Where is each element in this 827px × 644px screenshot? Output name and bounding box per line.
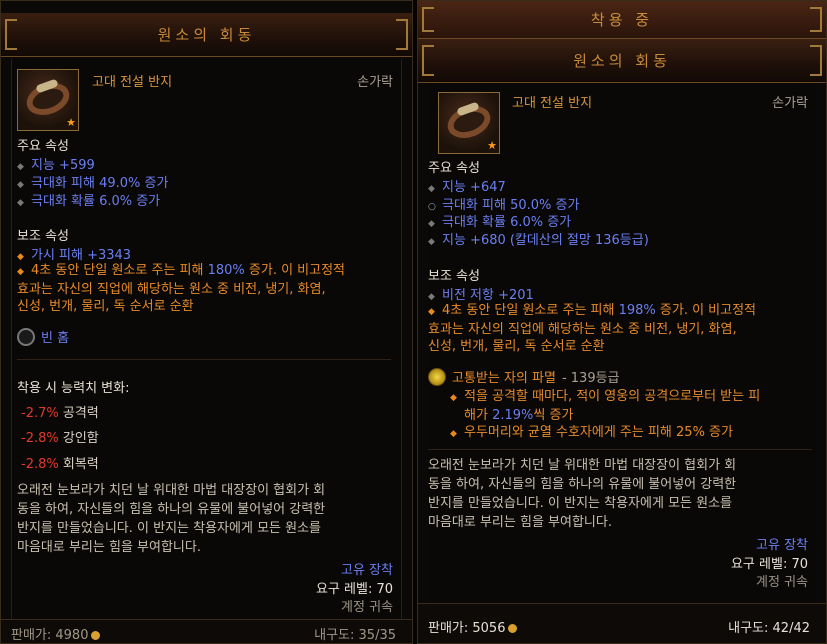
legendary-power: ◆ 4초 동안 단일 원소로 주는 피해 180% 증가. 이 비고정적 효과는 … xyxy=(17,263,346,314)
ancient-star-icon: ★ xyxy=(66,116,76,129)
required-level: 요구 레벨: 70 xyxy=(315,582,393,597)
hovered-item-tooltip: 원소의 회동 ★ 고대 전설 반지 손가락 주요 속성 ◆ 지능 +599 ◆ 극대… xyxy=(0,0,413,644)
primary-stat: ◆ 지능 +680 (칼데산의 절망 136등급) xyxy=(428,233,649,248)
gem-effect: ◆ 적을 공격할 때마다, 적이 영웅의 공격으로부터 받는 피 해가 2.19%… xyxy=(450,389,761,423)
equipped-item-tooltip: 착용 중 원소의 회동 ★ 고대 전설 반지 손가락 주요 속성 ◆ 지능 +64… xyxy=(417,0,827,644)
primary-title: 주요 속성 xyxy=(428,161,480,176)
gem-effect: ◆ 우두머리와 균열 수호자에게 주는 피해 25% 증가 xyxy=(450,425,733,440)
durability: 내구도: 42/42 xyxy=(728,621,810,636)
stat-change: -2.8% 강인함 xyxy=(21,431,99,446)
socketed-gem: 고통받는 자의 파멸 - 139등급 xyxy=(428,367,620,386)
secondary-stat: ◆ 가시 피해 +3343 xyxy=(17,248,132,263)
equipped-label: 착용 중 xyxy=(590,11,654,29)
gold-coin-icon xyxy=(91,631,101,640)
item-slot: 손가락 xyxy=(357,75,393,90)
secondary-title: 보조 속성 xyxy=(428,269,480,284)
equipped-bar: 착용 중 xyxy=(418,1,826,39)
primary-stat: ◆ 지능 +599 xyxy=(17,158,95,173)
ring-item-icon: ★ xyxy=(17,69,79,131)
rarity-label: 고유 장착 xyxy=(756,538,808,553)
primary-title: 주요 속성 xyxy=(17,139,69,154)
item-type: 고대 전설 반지 xyxy=(92,75,173,90)
gem-icon xyxy=(428,367,446,386)
primary-stat: ◆ 지능 +647 xyxy=(428,180,506,195)
item-name-bar: 원소의 회동 xyxy=(1,13,412,57)
tooltip-footer: 판매가: 4980 내구도: 35/35 xyxy=(1,619,412,643)
primary-stat: ◆ 극대화 피해 49.0% 증가 xyxy=(17,176,169,191)
item-type: 고대 전설 반지 xyxy=(512,96,593,111)
required-level: 요구 레벨: 70 xyxy=(730,557,808,572)
gold-coin-icon xyxy=(508,624,518,633)
item-name: 원소의 회동 xyxy=(157,26,256,44)
stat-change: -2.7% 공격력 xyxy=(21,406,99,421)
divider xyxy=(428,449,812,450)
sell-price: 판매가: 5056 xyxy=(428,617,518,636)
divider xyxy=(17,359,391,360)
ancient-star-icon: ★ xyxy=(487,139,497,152)
primary-stat: ◆ 극대화 확률 6.0% 증가 xyxy=(428,215,572,230)
tooltip-footer: 판매가: 5056 내구도: 42/42 xyxy=(418,603,826,643)
sell-price: 판매가: 4980 xyxy=(11,624,101,643)
item-name-bar: 원소의 회동 xyxy=(418,39,826,83)
flavor-text: 오래전 눈보라가 치던 날 위대한 마법 대장장이 협회가 회 동을 하여, 자신… xyxy=(428,458,737,530)
rarity-label: 고유 장착 xyxy=(341,563,393,578)
tooltip-body: ★ 고대 전설 반지 손가락 주요 속성 ◆ 지능 +647 ○ 극대화 피해 50… xyxy=(428,83,816,643)
empty-socket: 빈 홈 xyxy=(17,327,69,346)
durability: 내구도: 35/35 xyxy=(314,628,396,643)
item-name: 원소의 회동 xyxy=(573,52,671,70)
stat-change-title: 착용 시 능력치 변화: xyxy=(17,381,130,396)
account-bound: 계정 귀속 xyxy=(756,575,808,590)
socket-icon xyxy=(17,327,35,346)
stat-change: -2.8% 회복력 xyxy=(21,457,99,472)
flavor-text: 오래전 눈보라가 치던 날 위대한 마법 대장장이 협회가 회 동을 하여, 자신… xyxy=(17,483,326,555)
ring-item-icon: ★ xyxy=(438,92,500,154)
item-slot: 손가락 xyxy=(772,96,808,111)
legendary-power: ◆ 4초 동안 단일 원소로 주는 피해 198% 증가. 이 비고정적 효과는 … xyxy=(428,303,757,354)
account-bound: 계정 귀속 xyxy=(341,600,393,615)
primary-stat: ◆ 극대화 확률 6.0% 증가 xyxy=(17,194,161,209)
secondary-title: 보조 속성 xyxy=(17,229,69,244)
secondary-stat: ◆ 비전 저항 +201 xyxy=(428,288,534,303)
tooltip-body: ★ 고대 전설 반지 손가락 주요 속성 ◆ 지능 +599 ◆ 극대화 피해 49… xyxy=(11,59,402,643)
